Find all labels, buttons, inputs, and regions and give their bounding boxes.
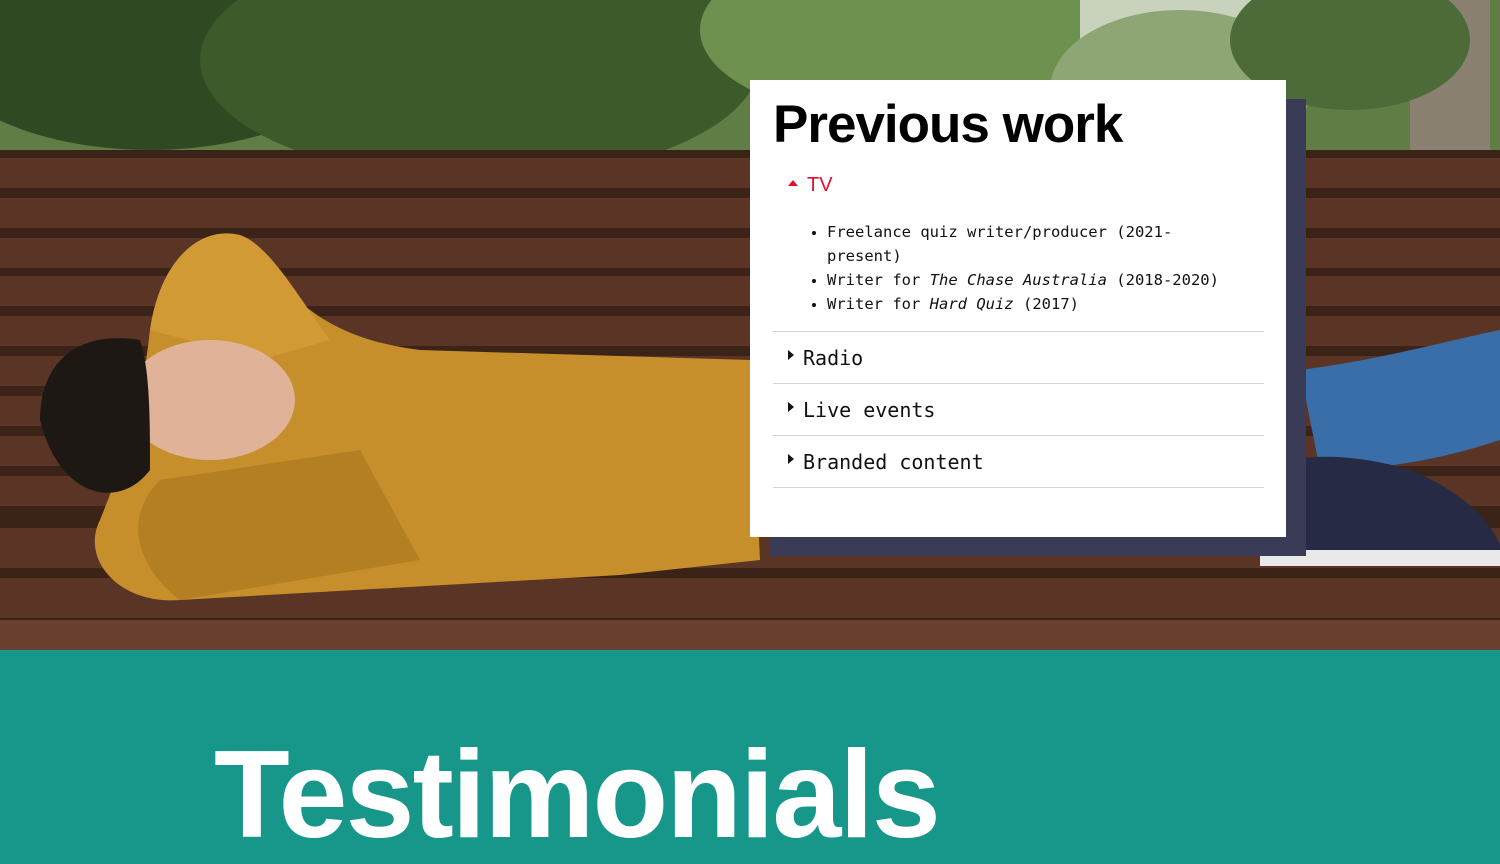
show-title: Hard Quiz bbox=[929, 295, 1014, 313]
previous-work-card: Previous work TV Freelance quiz writer/p… bbox=[750, 80, 1286, 537]
previous-work-accordion: TV Freelance quiz writer/producer (2021-… bbox=[773, 170, 1264, 488]
accordion-label-radio: Radio bbox=[803, 345, 864, 370]
accordion-item-radio: Radio bbox=[773, 332, 1264, 384]
accordion-toggle-tv[interactable]: TV bbox=[773, 170, 1264, 200]
list-item: Freelance quiz writer/producer (2021-pre… bbox=[827, 220, 1264, 268]
accordion-item-live-events: Live events bbox=[773, 384, 1264, 436]
list-item: Writer for The Chase Australia (2018-202… bbox=[827, 268, 1264, 292]
accordion-item-branded-content: Branded content bbox=[773, 436, 1264, 488]
accordion-toggle-live-events[interactable]: Live events bbox=[773, 384, 1264, 435]
caret-up-icon bbox=[788, 180, 798, 186]
caret-right-icon bbox=[788, 453, 794, 464]
accordion-toggle-radio[interactable]: Radio bbox=[773, 332, 1264, 383]
previous-work-title: Previous work bbox=[773, 95, 1123, 154]
accordion-panel-tv: Freelance quiz writer/producer (2021-pre… bbox=[773, 200, 1264, 331]
accordion-label-live-events: Live events bbox=[803, 397, 936, 422]
testimonials-heading: Testimonials bbox=[214, 726, 941, 864]
list-item: Writer for Hard Quiz (2017) bbox=[827, 292, 1264, 316]
accordion-toggle-branded-content[interactable]: Branded content bbox=[773, 436, 1264, 487]
caret-right-icon bbox=[788, 349, 794, 360]
tv-credits-list: Freelance quiz writer/producer (2021-pre… bbox=[773, 220, 1264, 316]
accordion-label-tv: TV bbox=[807, 173, 833, 196]
accordion-item-tv: TV Freelance quiz writer/producer (2021-… bbox=[773, 170, 1264, 332]
show-title: The Chase Australia bbox=[929, 271, 1107, 289]
caret-right-icon bbox=[788, 401, 794, 412]
accordion-label-branded-content: Branded content bbox=[803, 449, 984, 474]
